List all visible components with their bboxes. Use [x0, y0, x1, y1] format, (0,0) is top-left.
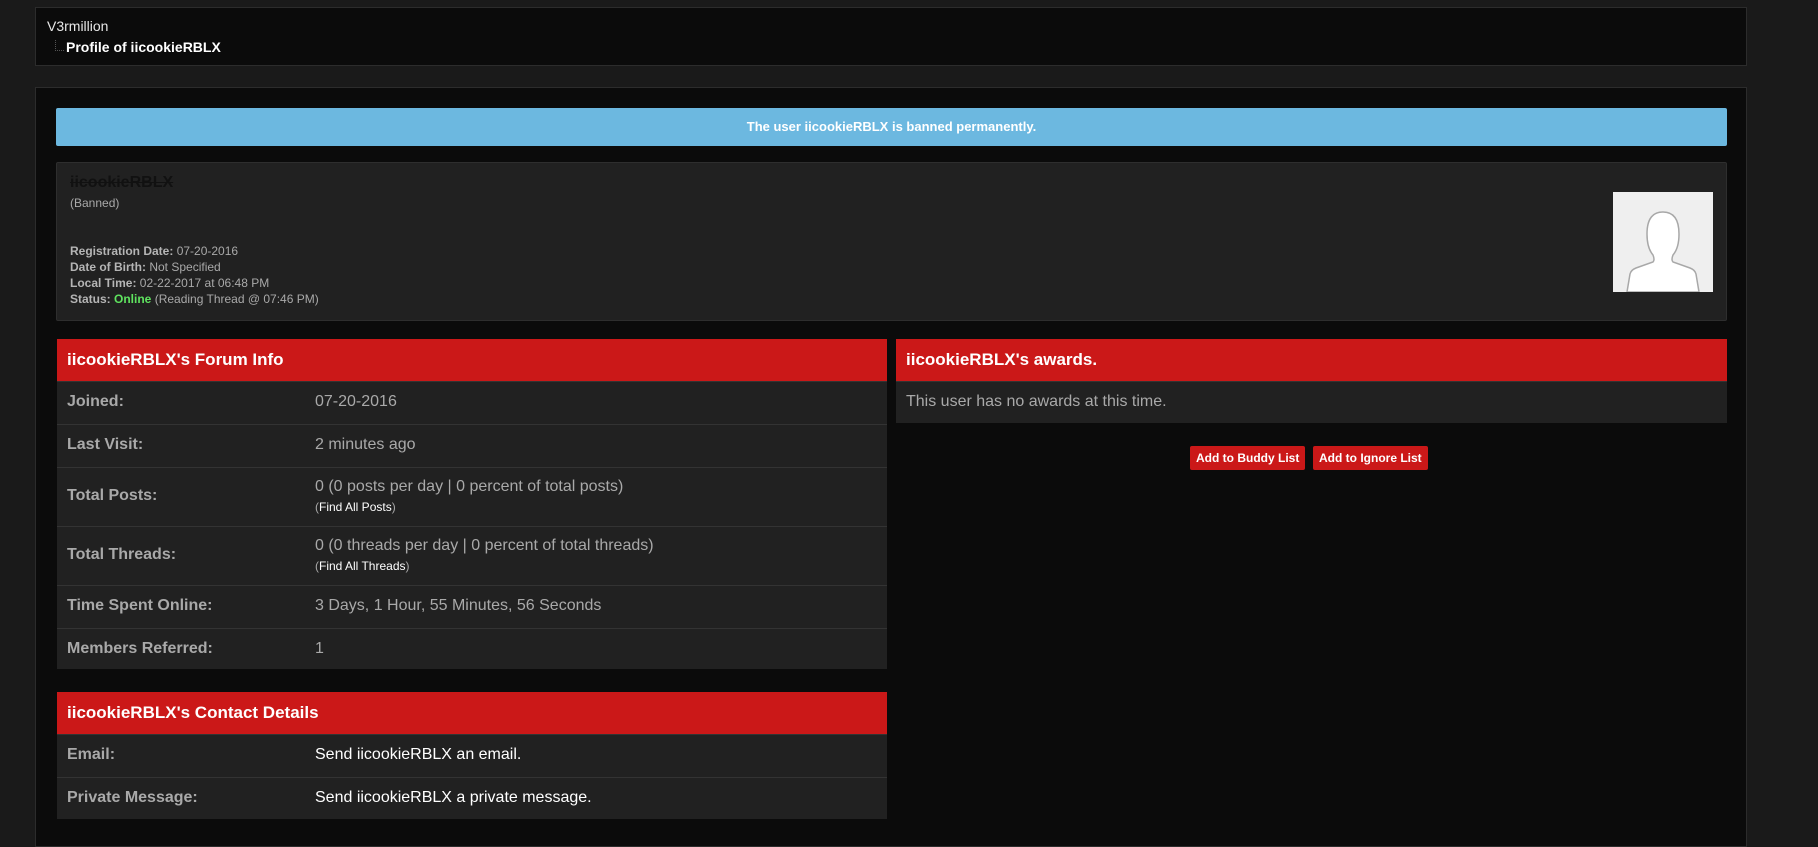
detail-label: Status: — [70, 292, 111, 306]
table-row: Members Referred: 1 — [57, 628, 887, 671]
send-private-message-link[interactable]: Send iicookieRBLX a private message. — [315, 789, 592, 807]
registration-date: Registration Date: 07-20-2016 — [70, 243, 319, 259]
paren: ) — [391, 500, 396, 514]
contact-details-panel: iicookieRBLX's Contact Details Email: Se… — [57, 692, 887, 819]
find-all-threads-link[interactable]: Find All Threads — [319, 559, 406, 573]
detail-value: Not Specified — [146, 260, 221, 274]
local-time: Local Time: 02-22-2017 at 06:48 PM — [70, 275, 319, 291]
awards-empty-text: This user has no awards at this time. — [906, 393, 1167, 410]
table-row: Time Spent Online: 3 Days, 1 Hour, 55 Mi… — [57, 585, 887, 628]
detail-value: 07-20-2016 — [173, 244, 239, 258]
detail-label: Local Time: — [70, 276, 137, 290]
row-label: Total Threads: — [67, 546, 177, 563]
forum-info-panel: iicookieRBLX's Forum Info Joined: 07-20-… — [57, 339, 887, 669]
status-activity[interactable]: (Reading Thread @ 07:46 PM) — [151, 292, 319, 306]
default-avatar-icon — [1626, 211, 1700, 292]
row-label: Joined: — [67, 393, 124, 410]
forum-info-header: iicookieRBLX's Forum Info — [57, 339, 887, 381]
row-value: 07-20-2016 — [315, 393, 397, 410]
date-of-birth: Date of Birth: Not Specified — [70, 259, 319, 275]
send-email-link[interactable]: Send iicookieRBLX an email. — [315, 746, 521, 764]
table-row: Last Visit: 2 minutes ago — [57, 424, 887, 467]
breadcrumb: V3rmillion Profile of iicookieRBLX — [35, 7, 1747, 66]
ban-notice-banner: The user iicookieRBLX is banned permanen… — [56, 108, 1727, 146]
row-label: Email: — [67, 746, 116, 763]
detail-value: 02-22-2017 at 06:48 PM — [136, 276, 270, 290]
row-value: 3 Days, 1 Hour, 55 Minutes, 56 Seconds — [315, 597, 602, 614]
row-label: Last Visit: — [67, 436, 144, 453]
row-value: 0 (0 posts per day | 0 percent of total … — [315, 478, 624, 495]
row-value: 2 minutes ago — [315, 436, 416, 453]
find-all-posts-link[interactable]: Find All Posts — [319, 500, 392, 514]
profile-summary: iicookieRBLX (Banned) Registration Date:… — [56, 162, 1727, 321]
awards-header: iicookieRBLX's awards. — [896, 339, 1727, 381]
row-label: Total Posts: — [67, 487, 158, 504]
profile-usergroup: (Banned) — [70, 196, 120, 210]
profile-username: iicookieRBLX — [70, 174, 174, 191]
online-status: Status: Online (Reading Thread @ 07:46 P… — [70, 291, 319, 307]
status-online-badge: Online — [114, 292, 152, 306]
row-sub: (Find All Threads) — [315, 559, 410, 573]
contact-details-header: iicookieRBLX's Contact Details — [57, 692, 887, 734]
add-to-ignore-list-button[interactable]: Add to Ignore List — [1313, 446, 1428, 470]
table-row: Total Threads: 0 (0 threads per day | 0 … — [57, 526, 887, 585]
table-row: Joined: 07-20-2016 — [57, 381, 887, 424]
row-label: Members Referred: — [67, 640, 213, 657]
avatar — [1613, 192, 1713, 292]
row-label: Time Spent Online: — [67, 597, 213, 614]
row-value: 0 (0 threads per day | 0 percent of tota… — [315, 537, 654, 554]
add-to-buddy-list-button[interactable]: Add to Buddy List — [1190, 446, 1306, 470]
table-row: Total Posts: 0 (0 posts per day | 0 perc… — [57, 467, 887, 526]
row-sub: (Find All Posts) — [315, 500, 396, 514]
detail-label: Registration Date: — [70, 244, 174, 258]
breadcrumb-tree-connector — [55, 40, 64, 51]
table-row: Private Message: Send iicookieRBLX a pri… — [57, 777, 887, 820]
detail-label: Date of Birth: — [70, 260, 146, 274]
profile-details: Registration Date: 07-20-2016 Date of Bi… — [70, 243, 319, 307]
paren: ) — [405, 559, 410, 573]
breadcrumb-site-link[interactable]: V3rmillion — [47, 18, 108, 34]
awards-empty-row: This user has no awards at this time. — [896, 381, 1727, 424]
breadcrumb-current-page: Profile of iicookieRBLX — [66, 39, 221, 55]
row-value: 1 — [315, 640, 324, 657]
awards-panel: iicookieRBLX's awards. This user has no … — [896, 339, 1727, 423]
table-row: Email: Send iicookieRBLX an email. — [57, 734, 887, 777]
row-label: Private Message: — [67, 789, 198, 806]
